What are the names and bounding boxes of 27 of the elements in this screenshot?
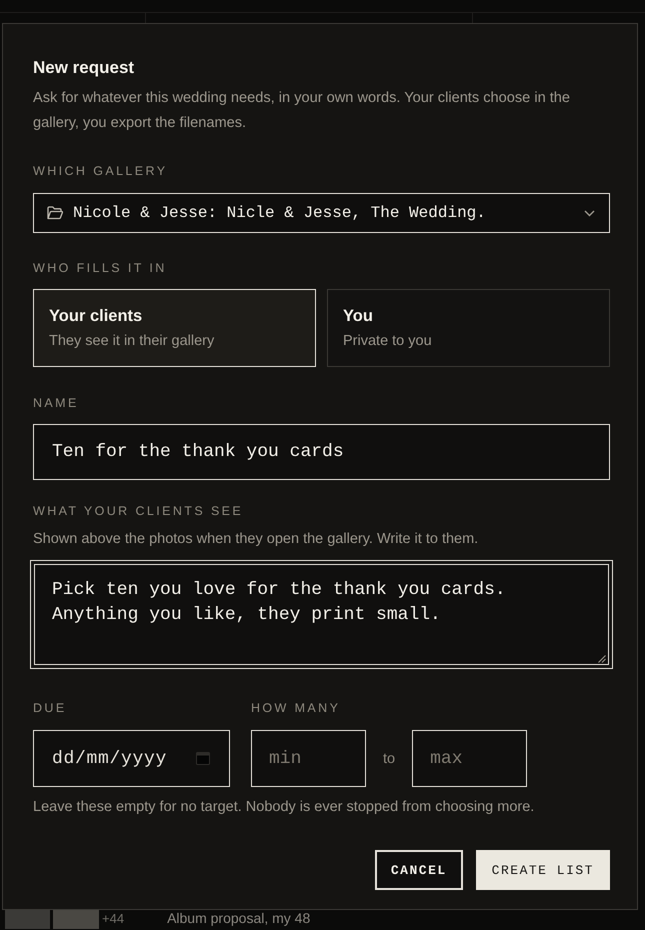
date-field[interactable]: dd/mm/yyyy [33, 730, 230, 787]
photo-placeholder [53, 910, 99, 929]
section-label: WHO FILLS IT IN [33, 260, 168, 276]
section-label: WHAT YOUR CLIENTS SEE [33, 503, 244, 519]
folder-icon [47, 206, 63, 220]
album-title: Album proposal, my 48 [167, 910, 310, 927]
section-label: WHICH GALLERY [33, 163, 168, 179]
section-label: DUE [33, 700, 68, 716]
audience-option[interactable]: You Private to you [327, 289, 610, 367]
gallery-select[interactable]: Nicole & Jesse: Nicle & Jesse, The Wedding. [33, 193, 610, 233]
dialog-description: Ask for whatever this wedding needs, in your own words. Your clients choose in the gallery, you export the filenames. [33, 89, 572, 133]
cancel-button[interactable]: CANCEL [374, 850, 463, 890]
min-field[interactable]: min [251, 730, 366, 787]
section-label: NAME [33, 395, 80, 411]
photo-count: +44 [102, 910, 124, 927]
message-field[interactable]: Pick ten you love for the thank you cards. Anything you like, they print small. [30, 560, 613, 669]
help-text: Leave these empty for no target. Nobody is ever stopped from choosing more. [33, 798, 536, 817]
resize-grip-icon[interactable] [598, 655, 606, 663]
create-button[interactable]: CREATE LIST [476, 850, 610, 890]
range-separator: to [383, 750, 396, 766]
name-field[interactable]: Ten for the thank you cards [33, 424, 610, 480]
help-text: Shown above the photos when they open the gallery. Write it to them. [33, 530, 480, 549]
chevron-down-icon [584, 210, 595, 216]
audience-option[interactable]: Your clients They see it in their gallery [33, 289, 316, 367]
dialog-title: New request [33, 58, 136, 78]
max-field[interactable]: max [412, 730, 528, 787]
section-label: HOW MANY [251, 700, 342, 716]
